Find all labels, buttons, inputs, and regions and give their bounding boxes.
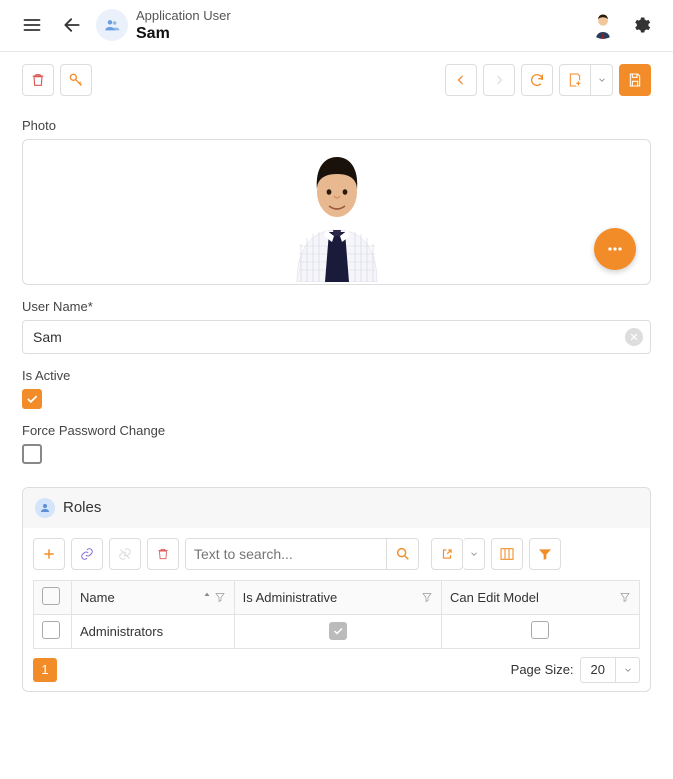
roles-search-input[interactable] [186,539,386,569]
main-form: Photo User Name* Is Active [0,118,673,722]
col-can-edit-label: Can Edit Model [450,590,539,605]
gear-icon [631,15,651,35]
refresh-button[interactable] [521,64,553,96]
refresh-icon [529,72,545,88]
force-pw-label: Force Password Change [22,423,651,438]
back-button[interactable] [56,9,88,41]
roles-title: Roles [63,499,101,516]
trash-icon [156,547,170,561]
roles-panel-header: Roles [23,488,650,528]
avatar-icon [589,11,617,39]
title-block: Application User Sam [136,8,581,43]
unlink-icon [118,547,132,561]
trash-icon [30,72,46,88]
record-toolbar [0,52,673,104]
caret-down-icon [597,75,607,85]
col-select[interactable] [34,580,72,614]
key-button[interactable] [60,64,92,96]
row-select-checkbox[interactable] [42,621,60,639]
photo-label: Photo [22,118,651,133]
photo-more-fab[interactable] [594,228,636,270]
header-title: Sam [136,24,581,43]
key-icon [68,72,84,88]
pager: 1 Page Size: 20 [23,649,650,691]
cell-is-admin-checkbox[interactable] [329,622,347,640]
username-input[interactable] [22,320,651,354]
col-name-label: Name [80,590,115,605]
link-icon [80,547,94,561]
roles-search-button[interactable] [386,539,418,569]
filter-icon[interactable] [619,591,631,603]
app-header: Application User Sam [0,0,673,52]
roles-table: Name Is Administrative [33,580,640,649]
avatar[interactable] [589,11,617,39]
users-icon [96,9,128,41]
roles-delete-button[interactable] [147,538,179,570]
roles-export-dropdown[interactable] [463,538,485,570]
photo-box [22,139,651,285]
check-icon [25,392,39,406]
header-subtitle: Application User [136,8,581,24]
col-is-admin[interactable]: Is Administrative [234,580,441,614]
ellipsis-icon [605,239,625,259]
cell-name: Administrators [72,614,235,648]
chevron-right-icon [493,74,505,86]
next-record-button[interactable] [483,64,515,96]
select-all-checkbox[interactable] [42,587,60,605]
close-icon [629,332,639,342]
filter-builder-button[interactable] [529,538,561,570]
col-name[interactable]: Name [72,580,235,614]
prev-record-button[interactable] [445,64,477,96]
save-new-icon [567,72,583,88]
roles-toolbar [23,528,650,580]
force-pw-checkbox[interactable] [22,444,42,464]
page-size-dropdown[interactable] [615,658,639,682]
check-icon [332,625,344,637]
table-row[interactable]: Administrators [34,614,640,648]
roles-link-button[interactable] [71,538,103,570]
settings-button[interactable] [625,9,657,41]
arrow-left-icon [62,15,82,35]
search-icon [395,546,411,562]
roles-add-button[interactable] [33,538,65,570]
is-active-checkbox[interactable] [22,389,42,409]
chevron-left-icon [455,74,467,86]
page-size-select[interactable]: 20 [580,657,640,683]
save-new-split [559,64,613,96]
clear-button[interactable] [625,328,643,346]
filter-icon[interactable] [421,591,433,603]
save-icon [627,72,643,88]
page-current[interactable]: 1 [33,658,57,682]
roles-panel: Roles [22,487,651,692]
page-size-label: Page Size: [511,662,574,677]
caret-down-icon [469,549,479,559]
plus-icon [42,547,56,561]
col-is-admin-label: Is Administrative [243,590,338,605]
menu-button[interactable] [16,9,48,41]
delete-button[interactable] [22,64,54,96]
user-photo [277,142,397,282]
sort-asc-icon [202,591,212,601]
col-can-edit[interactable]: Can Edit Model [441,580,639,614]
roles-unlink-button[interactable] [109,538,141,570]
save-and-new-button[interactable] [559,64,591,96]
roles-search [185,538,419,570]
is-active-label: Is Active [22,368,651,383]
username-label: User Name* [22,299,651,314]
column-chooser-button[interactable] [491,538,523,570]
export-icon [440,547,454,561]
hamburger-icon [22,15,42,35]
save-new-dropdown[interactable] [591,64,613,96]
columns-icon [499,546,515,562]
caret-down-icon [623,665,633,675]
filter-icon [537,546,553,562]
filter-icon[interactable] [214,591,226,603]
cell-can-edit-checkbox[interactable] [531,621,549,639]
save-button[interactable] [619,64,651,96]
role-icon [35,498,55,518]
page-size-value: 20 [581,662,615,677]
roles-export-button[interactable] [431,538,463,570]
